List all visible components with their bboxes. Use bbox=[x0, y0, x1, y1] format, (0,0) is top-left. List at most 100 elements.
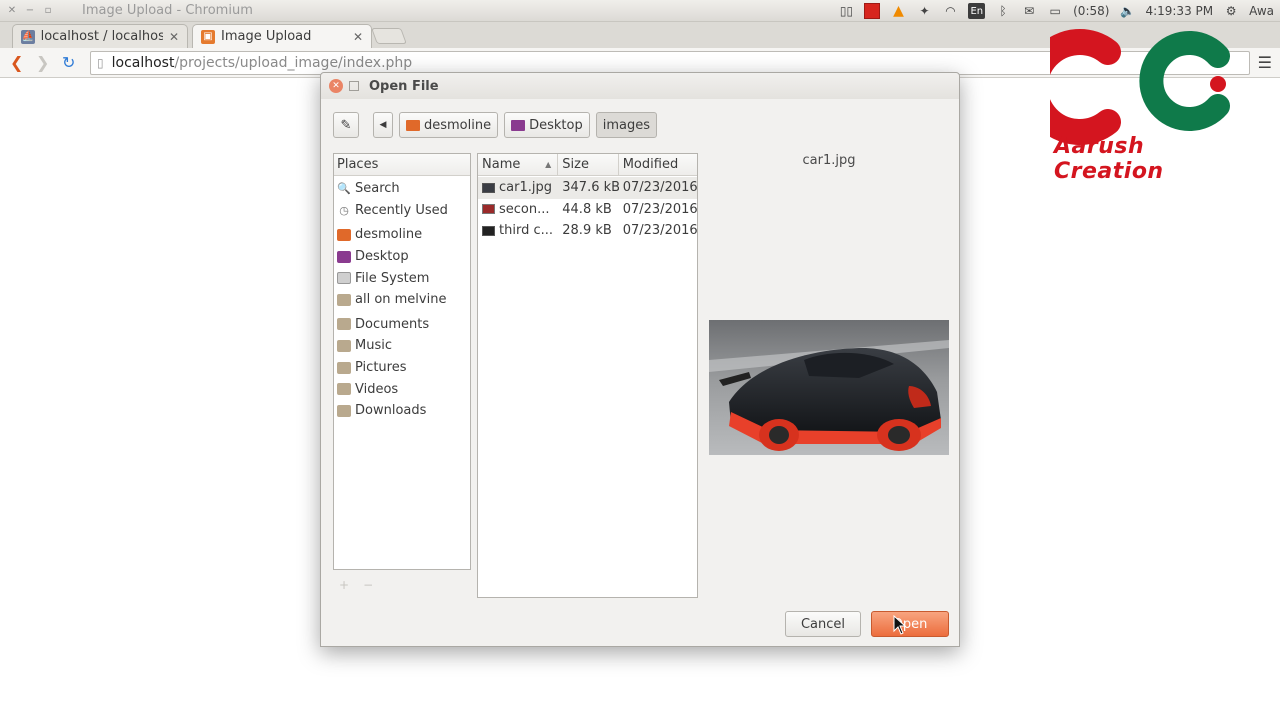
path-button-desktop[interactable]: Desktop bbox=[504, 112, 590, 138]
tab-label: localhost / localhost bbox=[40, 29, 163, 44]
path-scroll-left-button[interactable]: ◀ bbox=[373, 112, 393, 138]
downloads-folder-icon bbox=[337, 404, 351, 417]
battery-icon[interactable]: ▭ bbox=[1047, 3, 1063, 19]
url-path: /projects/upload_image/index.php bbox=[174, 55, 413, 71]
bluetooth-icon[interactable]: ᛒ bbox=[995, 3, 1011, 19]
window-maximize-icon[interactable]: ▫ bbox=[42, 5, 54, 17]
column-label: Size bbox=[562, 157, 589, 172]
column-name[interactable]: Name ▲ bbox=[478, 154, 559, 175]
new-tab-button[interactable] bbox=[371, 28, 407, 44]
file-name-cell: third c... bbox=[478, 223, 558, 238]
wifi-icon[interactable]: ◠ bbox=[942, 3, 958, 19]
window-minimize-icon[interactable]: − bbox=[24, 5, 36, 17]
page-favicon-icon: ▣ bbox=[201, 29, 215, 44]
music-folder-icon bbox=[337, 339, 351, 352]
pause-icon[interactable]: ▯▯ bbox=[838, 3, 854, 19]
place-pictures[interactable]: Pictures bbox=[334, 357, 470, 379]
user-name[interactable]: Awa bbox=[1249, 4, 1274, 18]
column-modified[interactable]: Modified bbox=[619, 154, 697, 175]
file-size: 44.8 kB bbox=[562, 201, 612, 217]
file-modified: 07/23/2016 bbox=[622, 180, 697, 196]
place-all-on-melvine[interactable]: all on melvine bbox=[334, 289, 470, 311]
settings-gear-icon[interactable]: ⚙ bbox=[1223, 3, 1239, 19]
path-button-desmoline[interactable]: desmoline bbox=[399, 112, 499, 138]
tab-localhost[interactable]: ⛵ localhost / localhost ✕ bbox=[12, 24, 188, 48]
file-row[interactable]: car1.jpg 347.6 kB 07/23/2016 bbox=[478, 177, 697, 199]
image-thumbnail-icon bbox=[482, 204, 495, 215]
folder-icon bbox=[337, 318, 351, 331]
desktop-icon bbox=[337, 250, 351, 263]
places-pane: Places 🔍 Search ◷ Recently Used desmolin… bbox=[333, 153, 471, 570]
menu-icon[interactable]: ☰ bbox=[1258, 53, 1272, 72]
videos-folder-icon bbox=[337, 383, 351, 396]
place-search[interactable]: 🔍 Search bbox=[334, 178, 470, 200]
open-button[interactable]: Open bbox=[871, 611, 949, 637]
dropbox-icon[interactable]: ✦ bbox=[916, 3, 932, 19]
path-label: Desktop bbox=[529, 117, 583, 133]
home-folder-icon bbox=[406, 119, 420, 131]
chevron-left-icon: ◀ bbox=[379, 120, 387, 130]
phpmyadmin-favicon-icon: ⛵ bbox=[21, 29, 35, 44]
file-row[interactable]: secon... 44.8 kB 07/23/2016 bbox=[478, 199, 697, 221]
path-bar: ✎ ◀ desmoline Desktop images bbox=[333, 111, 657, 139]
place-file-system[interactable]: File System bbox=[334, 267, 470, 289]
tab-close-icon[interactable]: ✕ bbox=[353, 30, 363, 44]
keyboard-layout-indicator[interactable]: En bbox=[968, 3, 986, 19]
dialog-close-icon[interactable]: ✕ bbox=[329, 79, 343, 93]
remove-bookmark-icon[interactable]: − bbox=[363, 578, 387, 592]
path-label: images bbox=[602, 117, 650, 133]
battery-time: (0:58) bbox=[1073, 4, 1110, 18]
reload-icon[interactable]: ↻ bbox=[62, 53, 75, 72]
preview-filename: car1.jpg bbox=[802, 153, 856, 168]
place-label: Downloads bbox=[355, 403, 427, 419]
image-thumbnail-icon bbox=[482, 182, 495, 193]
file-name: car1.jpg bbox=[499, 180, 552, 196]
back-arrow-icon[interactable]: ❮ bbox=[10, 53, 23, 72]
clock[interactable]: 4:19:33 PM bbox=[1145, 4, 1213, 18]
sort-ascending-icon: ▲ bbox=[545, 160, 552, 169]
place-music[interactable]: Music bbox=[334, 335, 470, 357]
window-titlebar: ✕ − ▫ Image Upload - Chromium ▯▯ ▲ ✦ ◠ E… bbox=[0, 0, 1280, 22]
place-documents[interactable]: Documents bbox=[334, 314, 470, 336]
path-button-images[interactable]: images bbox=[595, 112, 657, 138]
system-tray: ▯▯ ▲ ✦ ◠ En ᛒ ✉ ▭ (0:58) 🔈 4:19:33 PM ⚙ … bbox=[838, 0, 1280, 22]
tab-image-upload[interactable]: ▣ Image Upload ✕ bbox=[192, 24, 372, 48]
column-size[interactable]: Size bbox=[558, 154, 619, 175]
vlc-icon[interactable]: ▲ bbox=[890, 3, 906, 19]
file-list: Name ▲ Size Modified car1.jpg 347.6 kB 0… bbox=[477, 153, 698, 598]
record-stop-icon[interactable] bbox=[864, 3, 881, 19]
volume-icon[interactable]: 🔈 bbox=[1119, 3, 1135, 19]
file-name-cell: car1.jpg bbox=[478, 180, 558, 195]
place-videos[interactable]: Videos bbox=[334, 378, 470, 400]
window-title: Image Upload - Chromium bbox=[82, 3, 253, 18]
watermark-text: Aarush Creation bbox=[1054, 134, 1164, 184]
place-downloads[interactable]: Downloads bbox=[334, 400, 470, 422]
window-close-icon[interactable]: ✕ bbox=[6, 5, 18, 17]
drive-icon bbox=[337, 272, 351, 285]
file-row[interactable]: third c... 28.9 kB 07/23/2016 bbox=[478, 220, 697, 242]
place-label: all on melvine bbox=[355, 292, 447, 308]
cancel-button[interactable]: Cancel bbox=[785, 611, 861, 637]
place-label: Pictures bbox=[355, 360, 407, 376]
tab-close-icon[interactable]: ✕ bbox=[169, 30, 179, 44]
open-file-dialog: ✕ Open File ✎ ◀ desmoline Desktop images… bbox=[320, 72, 960, 647]
tab-label: Image Upload bbox=[221, 29, 312, 44]
dialog-maximize-icon[interactable] bbox=[349, 81, 359, 91]
forward-arrow-icon[interactable]: ❯ bbox=[36, 53, 49, 72]
place-desmoline[interactable]: desmoline bbox=[334, 224, 470, 246]
place-label: Music bbox=[355, 338, 392, 354]
type-location-button[interactable]: ✎ bbox=[333, 112, 359, 138]
place-desktop[interactable]: Desktop bbox=[334, 246, 470, 268]
place-recently-used[interactable]: ◷ Recently Used bbox=[334, 200, 470, 222]
places-add-remove: +− bbox=[339, 578, 387, 592]
search-icon: 🔍 bbox=[337, 182, 351, 196]
place-label: File System bbox=[355, 270, 430, 286]
file-size: 347.6 kB bbox=[562, 180, 619, 196]
url-host: localhost bbox=[111, 55, 175, 71]
file-modified: 07/23/2016 bbox=[622, 223, 697, 239]
add-bookmark-icon[interactable]: + bbox=[339, 578, 363, 592]
recent-icon: ◷ bbox=[339, 203, 349, 217]
mail-icon[interactable]: ✉ bbox=[1021, 3, 1037, 19]
place-label: Documents bbox=[355, 316, 430, 332]
mouse-cursor-icon bbox=[893, 615, 907, 635]
